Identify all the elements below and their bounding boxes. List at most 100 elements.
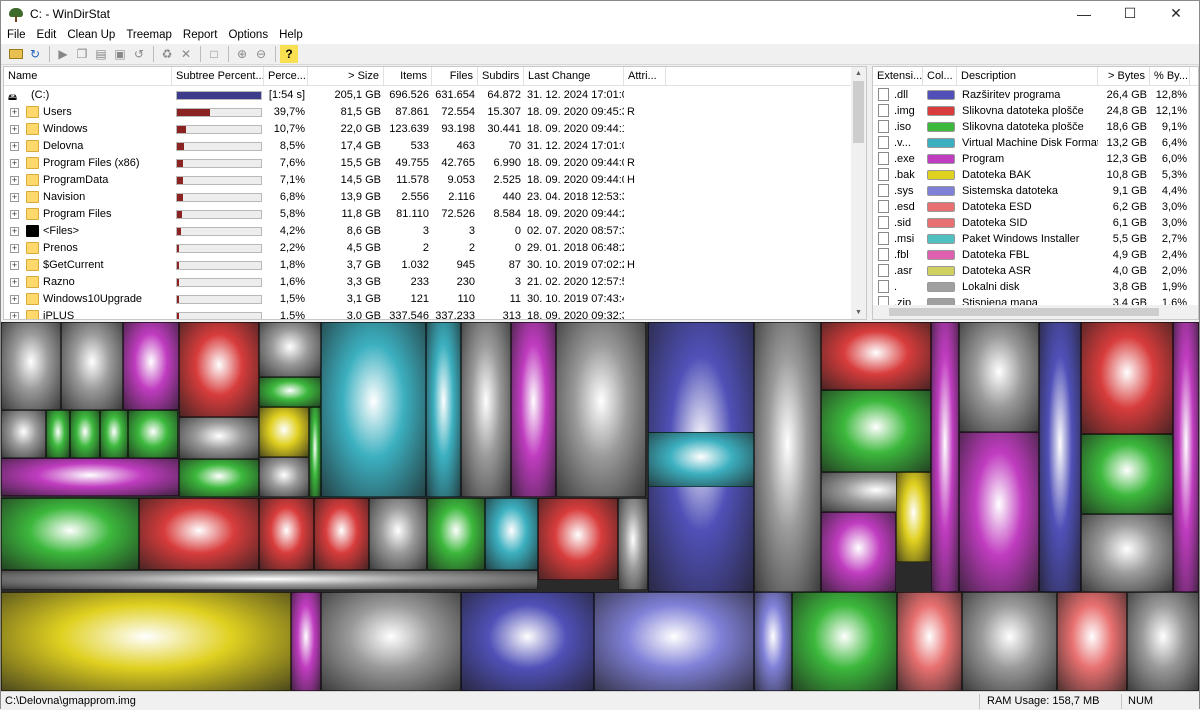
close-button[interactable]: ✕ (1153, 1, 1199, 26)
delete-icon[interactable]: ✕ (177, 45, 195, 63)
treemap-block[interactable] (427, 498, 485, 570)
list-item[interactable]: .sid Datoteka SID 6,1 GB 3,0% (873, 215, 1198, 231)
treemap-block[interactable] (792, 592, 897, 691)
copy-icon[interactable]: ❐ (73, 45, 91, 63)
column-subdirs[interactable]: Subdirs (478, 67, 524, 86)
list-item[interactable]: .asr Datoteka ASR 4,0 GB 2,0% (873, 263, 1198, 279)
treemap-block[interactable] (754, 592, 792, 691)
table-row[interactable]: + ProgramData 7,1% 14,5 GB 11.578 9.053 2.525 1… (4, 172, 854, 189)
expand-plus-icon[interactable]: + (10, 244, 19, 253)
column-percent-bytes[interactable]: % By... (1150, 67, 1190, 86)
treemap-block[interactable] (556, 322, 646, 497)
expand-plus-icon[interactable]: + (10, 159, 19, 168)
treemap-block[interactable] (754, 322, 821, 592)
table-row[interactable]: + $GetCurrent 1,8% 3,7 GB 1.032 945 87 30. 10. … (4, 257, 854, 274)
treemap-block[interactable] (931, 322, 959, 592)
treemap-block[interactable] (461, 592, 594, 691)
explorer-icon[interactable]: ▤ (92, 45, 110, 63)
treemap-block[interactable] (897, 592, 962, 691)
treemap-block[interactable] (259, 377, 321, 407)
open-folder-icon[interactable] (7, 45, 25, 63)
list-item[interactable]: .bak Datoteka BAK 10,8 GB 5,3% (873, 167, 1198, 183)
treemap-block[interactable] (259, 457, 309, 497)
treemap-block[interactable] (1057, 592, 1127, 691)
treemap-block[interactable] (61, 322, 123, 410)
extension-horizontal-scrollbar[interactable] (873, 305, 1198, 319)
column-color[interactable]: Col... (923, 67, 957, 86)
zoom-in-icon[interactable]: ⊕ (233, 45, 251, 63)
directory-list[interactable]: Name Subtree Percent... Perce... > Size … (3, 66, 867, 320)
treemap-block[interactable] (1, 592, 291, 691)
menu-report[interactable]: Report (177, 26, 223, 44)
treemap-block[interactable] (100, 410, 128, 458)
expand-plus-icon[interactable]: + (10, 227, 19, 236)
table-row[interactable]: + Navision 6,8% 13,9 GB 2.556 2.116 440 23. 04.… (4, 189, 854, 206)
treemap-block[interactable] (259, 498, 314, 570)
treemap-block[interactable] (538, 498, 618, 580)
column-percent[interactable]: Perce... (264, 67, 308, 86)
treemap-block[interactable] (485, 498, 538, 570)
list-item[interactable]: . Lokalni disk 3,8 GB 1,9% (873, 279, 1198, 295)
extension-list[interactable]: Extensi... Col... Description > Bytes % … (872, 66, 1199, 320)
treemap-block[interactable] (369, 498, 427, 570)
expand-plus-icon[interactable]: + (10, 193, 19, 202)
zoom-out-icon[interactable]: ⊖ (252, 45, 270, 63)
treemap-block[interactable] (618, 498, 648, 590)
treemap-block[interactable] (821, 390, 931, 472)
menu-help[interactable]: Help (273, 26, 308, 44)
treemap-block[interactable] (70, 410, 100, 458)
treemap-block[interactable] (1081, 322, 1173, 434)
treemap-block[interactable] (1039, 322, 1081, 592)
scroll-thumb[interactable] (889, 308, 1159, 316)
new-folder-icon[interactable]: □ (205, 45, 223, 63)
treemap-block[interactable] (291, 592, 321, 691)
column-items[interactable]: Items (384, 67, 432, 86)
refresh-selected-icon[interactable]: ↺ (130, 45, 148, 63)
treemap-block[interactable] (314, 498, 369, 570)
list-item[interactable]: .dll Razširitev programa 26,4 GB 12,8% (873, 87, 1198, 103)
list-item[interactable]: .img Slikovna datoteka plošče 24,8 GB 12,1% (873, 103, 1198, 119)
treemap-block[interactable] (179, 322, 259, 417)
expand-plus-icon[interactable]: + (10, 278, 19, 287)
treemap-block[interactable] (821, 322, 931, 390)
column-size[interactable]: > Size (308, 67, 384, 86)
column-files[interactable]: Files (432, 67, 478, 86)
treemap-block[interactable] (1, 570, 538, 590)
table-row[interactable]: + Program Files 5,8% 11,8 GB 81.110 72.526 8.5… (4, 206, 854, 223)
scroll-down-arrow-icon[interactable]: ▼ (851, 306, 866, 319)
recycle-bin-icon[interactable]: ♻ (158, 45, 176, 63)
treemap-block[interactable] (179, 417, 259, 459)
treemap-view[interactable] (1, 322, 1199, 691)
list-item[interactable]: .fbl Datoteka FBL 4,9 GB 2,4% (873, 247, 1198, 263)
table-row[interactable]: + Razno 1,6% 3,3 GB 233 230 3 21. 02. 2020 12:5… (4, 274, 854, 291)
treemap-block[interactable] (959, 432, 1039, 592)
column-extension[interactable]: Extensi... (873, 67, 923, 86)
list-item[interactable]: .v... Virtual Machine Disk Format 13,2 GB 6… (873, 135, 1198, 151)
list-item[interactable]: .sys Sistemska datoteka 9,1 GB 4,4% (873, 183, 1198, 199)
refresh-icon[interactable]: ↻ (26, 45, 44, 63)
menu-file[interactable]: File (1, 26, 31, 44)
list-item[interactable]: .esd Datoteka ESD 6,2 GB 3,0% (873, 199, 1198, 215)
treemap-block[interactable] (139, 498, 259, 570)
treemap-block[interactable] (594, 592, 754, 691)
treemap-block[interactable] (321, 592, 461, 691)
column-attributes[interactable]: Attri... (624, 67, 666, 86)
treemap-block[interactable] (821, 512, 896, 592)
table-row[interactable]: + iPLUS 1,5% 3,0 GB 337.546 337.233 313 18. 09.… (4, 308, 854, 319)
treemap-block[interactable] (426, 322, 461, 497)
treemap-block[interactable] (259, 407, 309, 457)
treemap-block[interactable] (511, 322, 556, 497)
expand-plus-icon[interactable]: + (10, 142, 19, 151)
column-bytes[interactable]: > Bytes (1098, 67, 1150, 86)
menu-clean-up[interactable]: Clean Up (61, 26, 120, 44)
treemap-block[interactable] (962, 592, 1057, 691)
treemap-block[interactable] (1, 410, 46, 458)
minimize-button[interactable]: — (1061, 1, 1107, 26)
table-row[interactable]: + Users 39,7% 81,5 GB 87.861 72.554 15.307 18. … (4, 104, 854, 121)
treemap-block[interactable] (309, 407, 321, 497)
treemap-block[interactable] (179, 459, 259, 497)
column-last-change[interactable]: Last Change (524, 67, 624, 86)
menu-edit[interactable]: Edit (31, 26, 62, 44)
expand-plus-icon[interactable]: + (10, 108, 19, 117)
treemap-block[interactable] (896, 472, 931, 562)
